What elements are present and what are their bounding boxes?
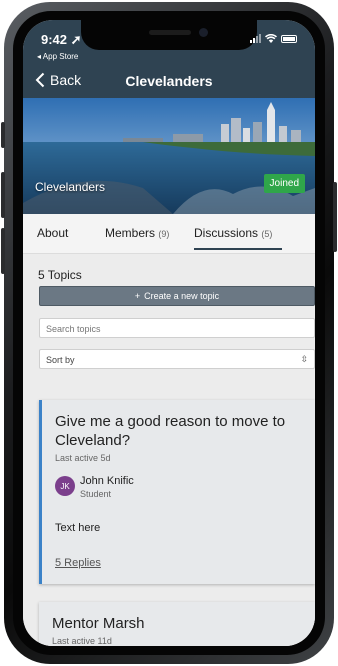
last-active: Last active 5d (55, 453, 111, 463)
author-name[interactable]: John Knific (80, 475, 134, 487)
last-active: Last active 11d (52, 636, 112, 646)
sort-label: Sort by (46, 355, 75, 365)
author-role: Student (80, 489, 112, 499)
tab-discussions[interactable]: Discussions (5) (194, 226, 272, 240)
location-arrow-icon: ➚ (70, 32, 82, 47)
page-title: Clevelanders (125, 73, 213, 89)
tab-label: Members (105, 226, 156, 240)
topic-title[interactable]: Give me a good reason to move to Clevela… (55, 412, 311, 450)
tab-label: About (37, 226, 69, 240)
status-time: 9:42 ➚ (41, 32, 82, 47)
avatar[interactable]: JK (55, 476, 75, 496)
nav-bar: Back Clevelanders (23, 72, 315, 98)
create-topic-button[interactable]: + Create a new topic (39, 286, 315, 306)
tab-count: (9) (158, 229, 170, 239)
back-to-app-store[interactable]: ◂ App Store (37, 52, 78, 61)
updown-chevron-icon: ⇳ (300, 354, 308, 364)
topics-count: 5 Topics (38, 268, 82, 282)
cleveland-skyline-image (23, 98, 315, 214)
active-tab-indicator (194, 248, 282, 250)
status-icons (250, 34, 297, 43)
topic-card[interactable]: Give me a good reason to move to Clevela… (39, 400, 315, 584)
phone-frame: 9:42 ➚ ◂ App Store Back Clevelanders Cle… (1, 2, 337, 664)
topic-body: Text here (55, 522, 101, 534)
tab-about[interactable]: About (37, 226, 68, 240)
sort-select[interactable]: Sort by ⇳ (39, 349, 315, 369)
signal-icon (250, 34, 261, 43)
discussions-panel: 5 Topics + Create a new topic Search top… (23, 254, 315, 646)
tab-count: (5) (261, 229, 273, 239)
screen: 9:42 ➚ ◂ App Store Back Clevelanders Cle… (23, 20, 315, 646)
topic-card[interactable]: Mentor Marsh Last active 11d (39, 602, 315, 646)
tab-label: Discussions (194, 226, 259, 240)
group-banner: Clevelanders Joined (23, 98, 315, 214)
joined-button[interactable]: Joined (263, 174, 305, 193)
volume-up-button (1, 172, 5, 218)
power-button (333, 182, 337, 252)
volume-down-button (1, 228, 5, 274)
group-name: Clevelanders (35, 180, 106, 194)
front-camera (199, 28, 208, 37)
notch (81, 20, 257, 50)
speaker (149, 30, 191, 35)
tab-bar: About Members (9) Discussions (5) (23, 214, 315, 254)
tab-members[interactable]: Members (9) (105, 226, 169, 240)
search-topics-input[interactable]: Search topics (39, 318, 315, 338)
mute-switch (1, 122, 5, 148)
replies-link[interactable]: 5 Replies (55, 557, 101, 569)
wifi-icon (265, 34, 277, 43)
battery-icon (281, 34, 297, 43)
create-topic-label: Create a new topic (144, 291, 220, 301)
plus-icon: + (134, 291, 141, 301)
topic-title[interactable]: Mentor Marsh (52, 614, 308, 633)
